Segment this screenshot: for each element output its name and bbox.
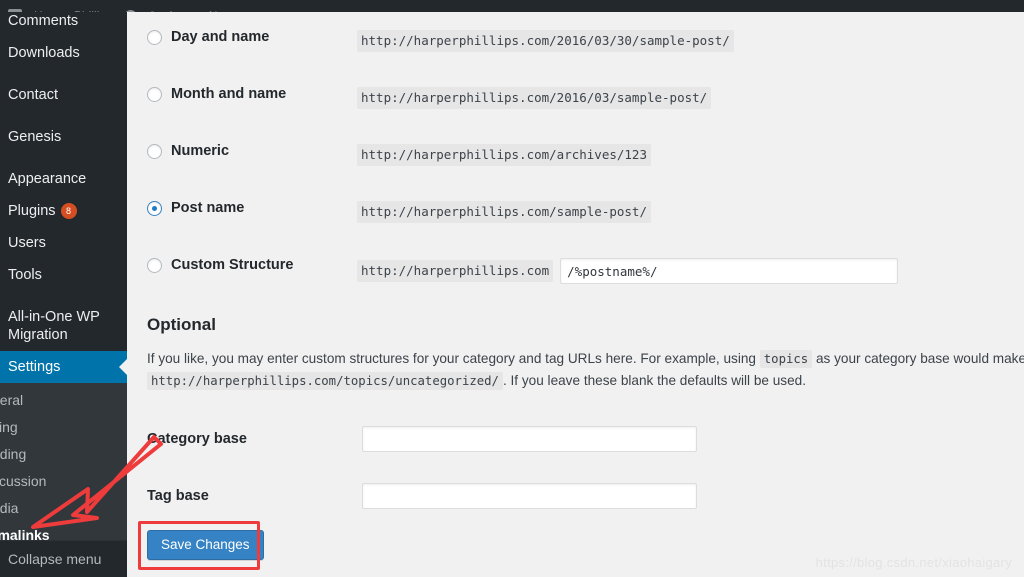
collapse-menu-label: Collapse menu [8, 551, 101, 567]
submenu-item-reading[interactable]: ading [0, 441, 127, 468]
admin-bar-site-title[interactable]: Harper Phillips [34, 9, 112, 12]
radio-day-and-name-text: Day and name [171, 29, 269, 45]
admin-sidebar: Comments Downloads Contact Genesis Appearanc… [0, 0, 127, 577]
submenu-item-writing[interactable]: iting [0, 414, 127, 441]
sidebar-item-comments-label: Comments [8, 13, 78, 29]
custom-structure-input[interactable] [560, 258, 898, 284]
sidebar-item-comments[interactable]: Comments [0, 12, 127, 37]
permalink-example: http://harperphillips.com/archives/123 [357, 134, 651, 166]
sidebar-item-users[interactable]: Users [0, 227, 127, 259]
sidebar-item-downloads-label: Downloads [8, 45, 80, 61]
permalink-option-row: Numeric http://harperphillips.com/archive… [147, 134, 1024, 191]
category-base-input-label: Category base [147, 431, 362, 447]
permalink-option-row: Day and name http://harperphillips.com/20… [147, 20, 1024, 77]
radio-day-and-name-label-group[interactable]: Day and name [147, 20, 357, 45]
permalink-custom-structure-row: Custom Structure http://harperphillips.co… [147, 248, 1024, 305]
comment-bubble-icon[interactable] [124, 10, 137, 13]
radio-post-name[interactable] [147, 201, 162, 216]
sidebar-item-appearance[interactable]: Appearance [0, 163, 127, 195]
optional-desc-part1: If you like, you may enter custom struct… [147, 351, 756, 366]
permalink-options-table: Day and name http://harperphillips.com/20… [127, 12, 1024, 305]
sidebar-item-settings-label: Settings [8, 359, 60, 375]
tag-base-input[interactable] [362, 483, 697, 509]
submenu-item-general[interactable]: neral [0, 387, 127, 414]
collapse-menu-button[interactable]: Collapse menu [0, 540, 127, 577]
radio-custom-structure-label-group[interactable]: Custom Structure [147, 248, 357, 273]
sidebar-separator [0, 69, 127, 79]
permalink-example-url: http://harperphillips.com/2016/03/30/sam… [357, 30, 734, 52]
radio-post-name-text: Post name [171, 200, 244, 216]
sidebar-item-genesis[interactable]: Genesis [0, 121, 127, 153]
sidebar-item-genesis-label: Genesis [8, 129, 61, 145]
sidebar-separator [0, 153, 127, 163]
radio-custom-structure-text: Custom Structure [171, 257, 293, 273]
radio-day-and-name[interactable] [147, 30, 162, 45]
main-content: Day and name http://harperphillips.com/20… [127, 12, 1024, 577]
sidebar-item-all-in-one-wp-migration[interactable]: All-in-One WP Migration [0, 301, 127, 351]
sidebar-item-plugins-label: Plugins [8, 203, 56, 219]
radio-month-and-name-label-group[interactable]: Month and name [147, 77, 357, 102]
optional-desc-part3: . If you leave these blank the defaults … [503, 373, 806, 388]
submenu-item-discussion[interactable]: scussion [0, 468, 127, 495]
custom-structure-prefix: http://harperphillips.com [357, 260, 553, 282]
radio-month-and-name[interactable] [147, 87, 162, 102]
permalink-example-url: http://harperphillips.com/sample-post/ [357, 201, 651, 223]
pencil-icon[interactable]: ✎ [168, 9, 178, 12]
category-base-input[interactable] [362, 426, 697, 452]
sidebar-item-tools[interactable]: Tools [0, 259, 127, 291]
sidebar-current-arrow-icon [119, 359, 127, 375]
sidebar-separator [0, 111, 127, 121]
admin-bar-new-label[interactable]: New [209, 9, 233, 12]
optional-base-fields: Category base Tag base [147, 410, 1024, 524]
submit-area: Save Changes [147, 530, 264, 560]
sidebar-item-contact-label: Contact [8, 87, 58, 103]
tag-base-input-label: Tag base [147, 488, 362, 504]
radio-month-and-name-text: Month and name [171, 86, 286, 102]
permalink-option-row: Post name http://harperphillips.com/sampl… [147, 191, 1024, 248]
optional-description: If you like, you may enter custom struct… [147, 348, 1024, 392]
permalink-example-url: http://harperphillips.com/2016/03/sample… [357, 87, 711, 109]
base-field-row: Category base [147, 410, 1024, 467]
submenu-item-media[interactable]: edia [0, 495, 127, 522]
optional-desc-code-topics: topics [760, 350, 812, 368]
comment-count: 0 [149, 9, 156, 12]
base-field-row: Tag base [147, 467, 1024, 524]
permalink-example: http://harperphillips.com/2016/03/sample… [357, 77, 711, 109]
sidebar-item-settings[interactable]: Settings [0, 351, 127, 383]
permalink-example-url: http://harperphillips.com/archives/123 [357, 144, 651, 166]
save-changes-button[interactable]: Save Changes [147, 530, 264, 560]
wordpress-admin-screen: Harper Phillips 0 ✎ + New Comments Downlo… [0, 0, 1024, 577]
optional-desc-part2: as your category base would make your ca… [816, 351, 1024, 366]
sidebar-item-plugins[interactable]: Plugins 8 [0, 195, 127, 227]
permalink-option-row: Month and name http://harperphillips.com/… [147, 77, 1024, 134]
sidebar-item-contact[interactable]: Contact [0, 79, 127, 111]
permalink-example: http://harperphillips.com/2016/03/30/sam… [357, 20, 734, 52]
plus-icon[interactable]: + [190, 9, 197, 12]
permalink-example: http://harperphillips.com/sample-post/ [357, 191, 651, 223]
radio-post-name-label-group[interactable]: Post name [147, 191, 357, 216]
wordpress-logo-icon[interactable] [8, 9, 22, 12]
sidebar-separator [0, 291, 127, 301]
optional-heading: Optional [147, 315, 1024, 335]
sidebar-submenu-settings: neralitingadingscussionediarmalinks [0, 383, 127, 555]
radio-numeric-label-group[interactable]: Numeric [147, 134, 357, 159]
optional-desc-code-url: http://harperphillips.com/topics/uncateg… [147, 372, 503, 390]
sidebar-item-tools-label: Tools [8, 267, 42, 283]
admin-bar: Harper Phillips 0 ✎ + New [0, 0, 1024, 12]
sidebar-item-appearance-label: Appearance [8, 171, 86, 187]
sidebar-item-downloads[interactable]: Downloads [0, 37, 127, 69]
radio-numeric[interactable] [147, 144, 162, 159]
sidebar-item-all-in-one-wp-migration-label: All-in-One WP Migration [8, 309, 100, 343]
sidebar-item-plugins-badge: 8 [61, 203, 77, 219]
watermark: https://blog.csdn.net/xiaohaigary [816, 555, 1012, 570]
sidebar-item-users-label: Users [8, 235, 46, 251]
custom-structure-example: http://harperphillips.com [357, 248, 898, 284]
radio-custom-structure[interactable] [147, 258, 162, 273]
radio-numeric-text: Numeric [171, 143, 229, 159]
